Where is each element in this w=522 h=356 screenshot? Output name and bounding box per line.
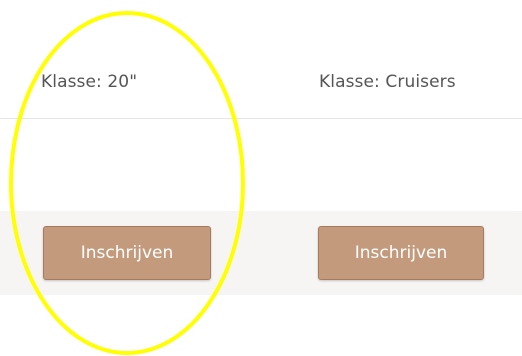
class-label-cruisers: Klasse: Cruisers: [319, 72, 456, 92]
header-divider: [0, 118, 522, 119]
signup-button-20-inch[interactable]: Inschrijven: [43, 226, 211, 280]
signup-button-cruisers[interactable]: Inschrijven: [318, 226, 484, 280]
class-label-20-inch: Klasse: 20": [41, 72, 138, 92]
highlight-ellipse-annotation: [9, 11, 245, 355]
